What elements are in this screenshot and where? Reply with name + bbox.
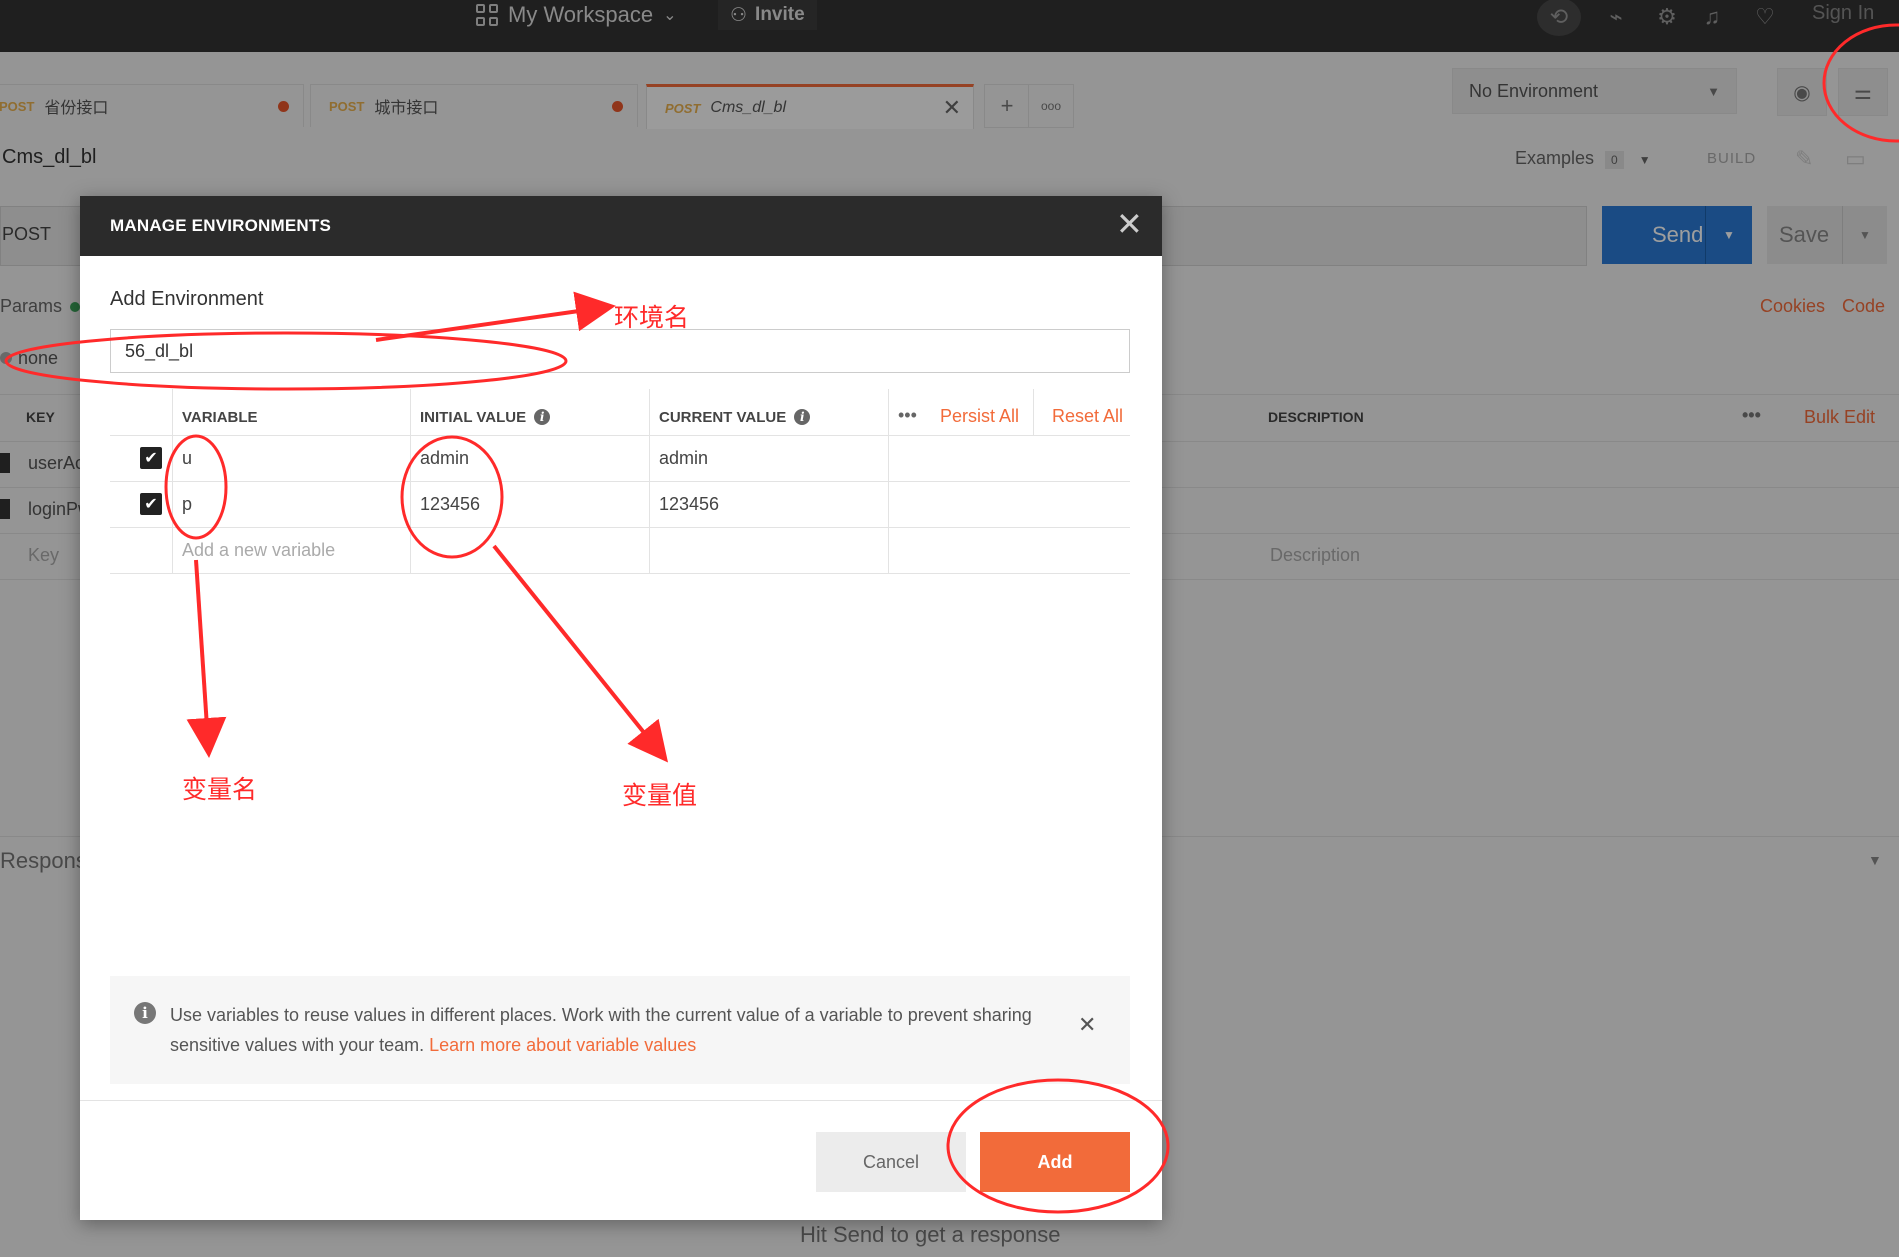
annotation-circle — [1822, 23, 1899, 143]
annotation-layer — [4, 23, 1899, 1214]
annotation-arrow — [492, 544, 669, 763]
annotation-circle — [164, 434, 228, 540]
annotation-variable-name: 变量名 — [182, 775, 258, 804]
annotation-env-name: 环境名 — [614, 303, 690, 332]
annotation-arrow — [375, 291, 616, 342]
annotation-circle — [4, 331, 568, 391]
annotation-arrow — [186, 559, 227, 758]
annotation-circle — [946, 1078, 1170, 1214]
annotation-variable-value: 变量值 — [622, 781, 698, 810]
annotation-circle — [400, 435, 504, 559]
